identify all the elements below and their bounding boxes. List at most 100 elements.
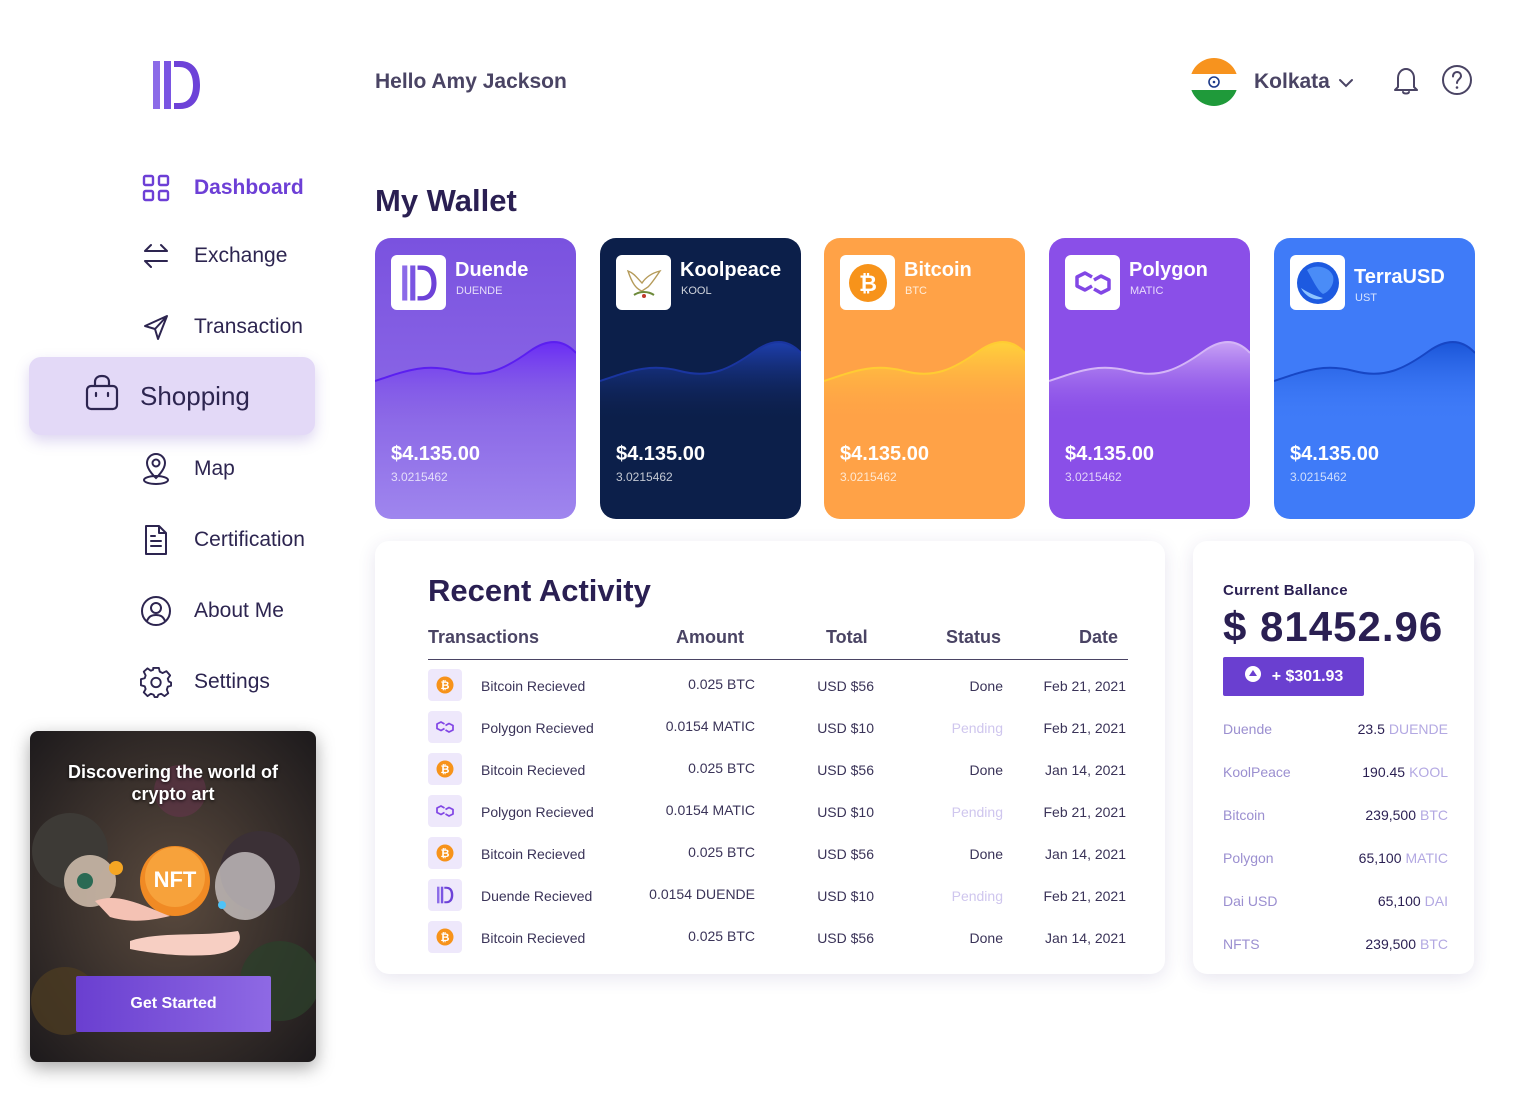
card-amount: $4.135.00 bbox=[840, 443, 929, 465]
table-row[interactable]: ₿ Bitcoin Recieved 0.025 BTC USD $56 Done Jan… bbox=[428, 921, 1128, 955]
card-symbol: KOOL bbox=[681, 285, 712, 297]
transaction-amount: 0.0154 MATIC bbox=[665, 802, 755, 818]
table-row[interactable]: Polygon Recieved 0.0154 MATIC USD $10 Pendi… bbox=[428, 795, 1128, 829]
asset-amount: 239,500 bbox=[1365, 936, 1416, 952]
card-sub-amount: 3.0215462 bbox=[840, 470, 897, 484]
gear-icon bbox=[140, 666, 172, 698]
asset-amount: 190.45 bbox=[1362, 764, 1406, 780]
asset-holding: 190.45 KOOL bbox=[1362, 764, 1448, 780]
sidebar-item-certification[interactable]: Certification bbox=[140, 524, 305, 556]
card-sub-amount: 3.0215462 bbox=[391, 470, 448, 484]
wallet-card-bitcoin[interactable]: ₿ Bitcoin BTC $4.135.00 3.0215462 bbox=[824, 238, 1025, 519]
sidebar-item-map[interactable]: Map bbox=[140, 452, 235, 485]
location-label: Kolkata bbox=[1254, 70, 1330, 93]
asset-name: Polygon bbox=[1223, 850, 1274, 866]
sparkline-chart bbox=[1049, 341, 1250, 423]
card-symbol: DUENDE bbox=[456, 285, 503, 297]
wallet-card-duende[interactable]: Duende DUENDE $4.135.00 3.0215462 bbox=[375, 238, 576, 519]
dashboard-icon bbox=[140, 172, 172, 204]
transaction-amount: 0.025 BTC bbox=[688, 928, 755, 944]
asset-holding: 23.5 DUENDE bbox=[1358, 721, 1448, 737]
transaction-total: USD $10 bbox=[817, 720, 874, 736]
balance-change-badge[interactable]: + $301.93 bbox=[1223, 657, 1364, 696]
bell-icon[interactable] bbox=[1390, 64, 1422, 96]
asset-unit: BTC bbox=[1420, 807, 1448, 823]
activity-title: Recent Activity bbox=[428, 573, 651, 608]
sidebar-item-label: Transaction bbox=[194, 315, 303, 338]
promo-title: Discovering the world of crypto art bbox=[67, 762, 279, 804]
nft-badge: NFT bbox=[154, 867, 197, 892]
transaction-date: Jan 14, 2021 bbox=[1045, 762, 1126, 778]
bitcoin-icon: ₿ bbox=[428, 921, 462, 953]
svg-text:₿: ₿ bbox=[441, 764, 450, 776]
column-header-amount: Amount bbox=[676, 627, 744, 647]
card-name: Polygon bbox=[1129, 259, 1208, 281]
sidebar-item-label: Map bbox=[194, 457, 235, 480]
transaction-date: Jan 14, 2021 bbox=[1045, 846, 1126, 862]
chevron-down-icon bbox=[1338, 70, 1354, 94]
polygon-icon bbox=[428, 711, 462, 743]
card-symbol: UST bbox=[1355, 292, 1377, 304]
table-row[interactable]: Polygon Recieved 0.0154 MATIC USD $10 Pendi… bbox=[428, 711, 1128, 745]
asset-holding: 65,100 DAI bbox=[1378, 893, 1448, 909]
location-selector[interactable]: Kolkata bbox=[1254, 70, 1354, 94]
sidebar-item-settings[interactable]: Settings bbox=[140, 666, 270, 698]
sidebar-item-label: Exchange bbox=[194, 244, 288, 267]
card-name: Duende bbox=[455, 259, 529, 281]
transaction-date: Feb 21, 2021 bbox=[1043, 678, 1126, 694]
table-row[interactable]: Duende Recieved 0.0154 DUENDE USD $10 Pendi… bbox=[428, 879, 1128, 913]
transaction-amount: 0.0154 MATIC bbox=[665, 718, 755, 734]
send-icon bbox=[140, 311, 172, 343]
sparkline-chart bbox=[824, 341, 1025, 423]
asset-holding: 65,100 MATIC bbox=[1359, 850, 1448, 866]
card-amount: $4.135.00 bbox=[616, 443, 705, 465]
balance-label: Current Ballance bbox=[1223, 582, 1348, 599]
svg-text:₿: ₿ bbox=[441, 680, 450, 692]
asset-unit: MATIC bbox=[1405, 850, 1448, 866]
table-row[interactable]: ₿ Bitcoin Recieved 0.025 BTC USD $56 Done Feb… bbox=[428, 669, 1128, 703]
sidebar-item-exchange[interactable]: Exchange bbox=[140, 240, 287, 272]
sidebar-item-shopping[interactable]: Shopping bbox=[29, 357, 315, 435]
india-flag-icon[interactable] bbox=[1190, 58, 1238, 106]
transaction-name: Bitcoin Recieved bbox=[481, 930, 586, 946]
transaction-status: Done bbox=[969, 678, 1003, 694]
transaction-total: USD $10 bbox=[817, 804, 874, 820]
transaction-status: Done bbox=[969, 846, 1003, 862]
table-row[interactable]: ₿ Bitcoin Recieved 0.025 BTC USD $56 Done Jan… bbox=[428, 753, 1128, 787]
bitcoin-icon: ₿ bbox=[840, 255, 895, 310]
asset-holding: 239,500 BTC bbox=[1365, 807, 1448, 823]
column-header-total: Total bbox=[826, 627, 868, 647]
balance-value: $ 81452.96 bbox=[1223, 603, 1444, 650]
asset-name: KoolPeace bbox=[1223, 764, 1291, 780]
shopping-bag-icon bbox=[84, 374, 120, 419]
transaction-date: Jan 14, 2021 bbox=[1045, 930, 1126, 946]
card-name: TerraUSD bbox=[1354, 266, 1445, 288]
wallet-card-polygon[interactable]: Polygon MATIC $4.135.00 3.0215462 bbox=[1049, 238, 1250, 519]
asset-amount: 65,100 bbox=[1358, 850, 1402, 866]
sidebar-item-about-me[interactable]: About Me bbox=[140, 595, 284, 627]
wallet-card-koolpeace[interactable]: Koolpeace KOOL $4.135.00 3.0215462 bbox=[600, 238, 801, 519]
duende-icon bbox=[391, 255, 446, 310]
sidebar-item-transaction[interactable]: Transaction bbox=[140, 311, 303, 343]
help-icon[interactable] bbox=[1441, 64, 1473, 96]
wallet-card-terrausd[interactable]: TerraUSD UST $4.135.00 3.0215462 bbox=[1274, 238, 1475, 519]
sidebar-item-label: Settings bbox=[194, 670, 270, 693]
header-divider bbox=[428, 659, 1128, 660]
sidebar-item-dashboard[interactable]: Dashboard bbox=[140, 172, 304, 204]
asset-name: NFTS bbox=[1223, 936, 1260, 952]
transaction-status: Pending bbox=[951, 720, 1003, 736]
asset-amount: 65,100 bbox=[1377, 893, 1421, 909]
table-row[interactable]: ₿ Bitcoin Recieved 0.025 BTC USD $56 Done Jan… bbox=[428, 837, 1128, 871]
document-icon bbox=[140, 524, 172, 556]
greeting-text: Hello Amy Jackson bbox=[375, 70, 567, 93]
recent-activity-panel: Recent Activity Transactions Amount Tota… bbox=[375, 541, 1165, 974]
card-sub-amount: 3.0215462 bbox=[616, 470, 673, 484]
transaction-name: Bitcoin Recieved bbox=[481, 846, 586, 862]
get-started-button[interactable]: Get Started bbox=[76, 976, 271, 1032]
asset-holding: 239,500 BTC bbox=[1365, 936, 1448, 952]
asset-unit: KOOL bbox=[1409, 764, 1448, 780]
asset-unit: DAI bbox=[1424, 893, 1448, 909]
sparkline-chart bbox=[1274, 341, 1475, 423]
app-logo[interactable] bbox=[150, 58, 202, 112]
sidebar-item-label: Dashboard bbox=[194, 176, 304, 199]
